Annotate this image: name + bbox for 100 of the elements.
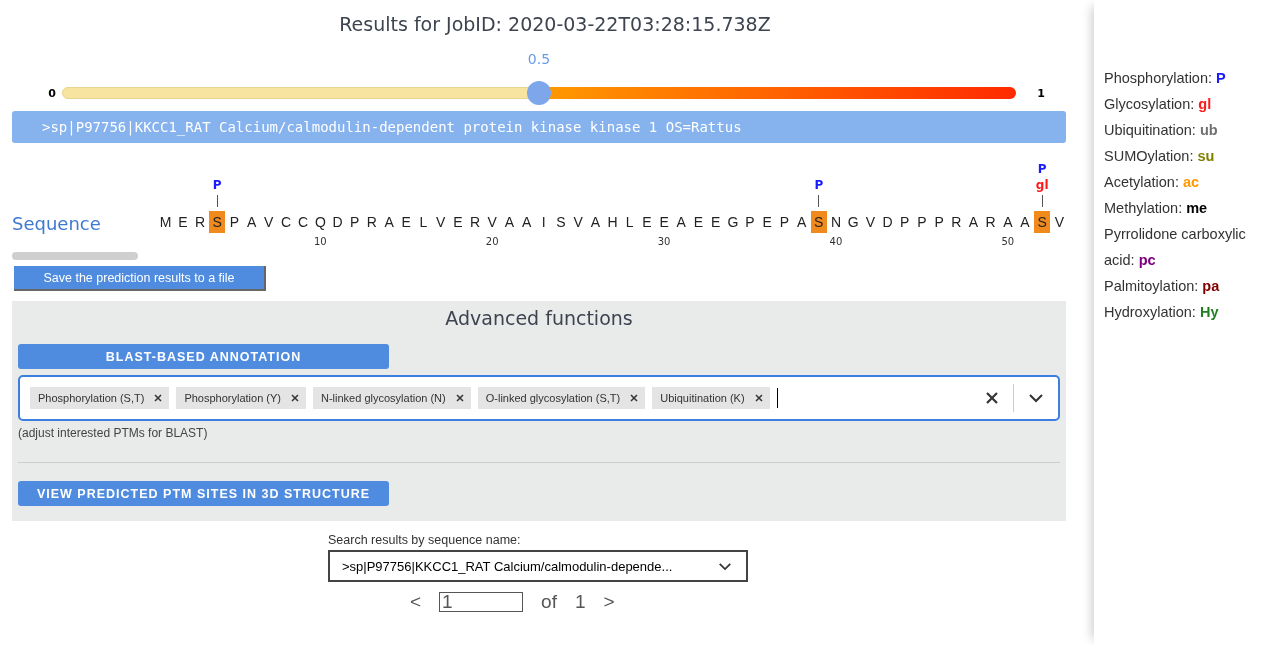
- residue: R: [950, 213, 963, 232]
- chevron-down-icon[interactable]: [1028, 393, 1044, 403]
- of-label: of: [541, 591, 557, 613]
- residue: M: [158, 213, 173, 232]
- previous-page-button[interactable]: <: [410, 591, 422, 613]
- site-tick: [818, 195, 820, 207]
- legend-item: Glycosylation: gl: [1104, 95, 1213, 114]
- ptm-mark: P: [212, 177, 222, 193]
- residue: A: [589, 213, 601, 232]
- remove-icon[interactable]: [454, 393, 465, 403]
- ptm-mark: P: [814, 177, 824, 193]
- residue: A: [383, 213, 395, 232]
- ptm-tag[interactable]: Phosphorylation (S,T): [30, 387, 170, 409]
- residue: P: [933, 213, 945, 232]
- legend-item: SUMOylation: su: [1104, 147, 1216, 166]
- residue: N: [829, 213, 843, 232]
- residue: S: [810, 211, 827, 233]
- residue: C: [279, 213, 293, 232]
- residue: V: [486, 213, 498, 232]
- residue: D: [881, 213, 894, 232]
- residue: E: [641, 213, 653, 232]
- ptm-multiselect[interactable]: Phosphorylation (S,T) Phosphorylation (Y) N-linked glycosylation (N) O-linked glycosylation (S,T) Ubiquitination (K): [18, 375, 1060, 421]
- text-cursor: [776, 388, 778, 408]
- ptm-mark: P: [1037, 161, 1047, 177]
- legend-item: Ubiquitination: ub: [1104, 121, 1219, 140]
- residue: R: [193, 213, 207, 232]
- residue: E: [761, 213, 773, 232]
- hint-text: (adjust interested PTMs for BLAST): [18, 426, 209, 440]
- residue: A: [1002, 213, 1014, 232]
- remove-icon[interactable]: [153, 393, 164, 403]
- residue: V: [864, 213, 876, 232]
- residue: L: [624, 213, 635, 232]
- residue: L: [418, 213, 429, 232]
- page-input[interactable]: 1: [439, 592, 524, 612]
- clear-icon[interactable]: [985, 391, 999, 405]
- legend-item: Pyrrolidone carboxylic acid: pc: [1104, 225, 1247, 270]
- residue: C: [297, 213, 310, 232]
- scrollbar-thumb[interactable]: [12, 252, 138, 260]
- legend-item: Methylation: me: [1104, 199, 1209, 218]
- search-label: Search results by sequence name:: [328, 533, 522, 547]
- residue: G: [846, 213, 860, 232]
- ptm-tag[interactable]: Phosphorylation (Y): [176, 387, 306, 409]
- residue: E: [710, 213, 722, 232]
- legend-item: Acetylation: ac: [1104, 173, 1201, 192]
- remove-icon[interactable]: [290, 393, 300, 403]
- residue: E: [658, 213, 670, 232]
- residue: P: [899, 213, 911, 232]
- residue: R: [468, 213, 482, 232]
- residue: V: [1053, 213, 1066, 232]
- residue: P: [778, 213, 791, 232]
- site-tick: [216, 195, 218, 207]
- remove-icon[interactable]: [753, 393, 764, 403]
- residue: S: [209, 211, 226, 233]
- residue: E: [177, 213, 189, 232]
- page-title: Results for JobID: 2020-03-22T03:28:15.738Z: [338, 13, 772, 37]
- ptm-tag[interactable]: O-linked glycosylation (S,T): [477, 387, 646, 409]
- position-label: 30: [657, 236, 671, 247]
- residue: P: [349, 213, 361, 232]
- residue: H: [606, 213, 619, 232]
- slider-max-label: 1: [1036, 86, 1046, 100]
- ptm-tag[interactable]: Ubiquitination (K): [652, 387, 770, 409]
- next-page-button[interactable]: >: [603, 591, 615, 613]
- slider-min-label: 0: [47, 86, 57, 100]
- residue: V: [435, 213, 447, 232]
- residue: P: [744, 213, 756, 232]
- residue: E: [692, 213, 705, 232]
- residue: I: [540, 213, 547, 232]
- residue: A: [795, 213, 808, 232]
- position-label: 10: [313, 236, 327, 247]
- residue: E: [400, 213, 412, 232]
- total-pages: 1: [574, 591, 586, 613]
- residue: E: [452, 213, 464, 232]
- residue: G: [726, 213, 740, 232]
- position-label: 20: [485, 236, 499, 247]
- residue: A: [1019, 213, 1031, 232]
- sequence-label: Sequence: [12, 213, 102, 234]
- position-label: 50: [1001, 236, 1015, 247]
- residue: P: [916, 213, 928, 232]
- site-tick: [1041, 195, 1043, 207]
- residue: S: [555, 213, 567, 232]
- residue: D: [331, 213, 344, 232]
- residue: A: [245, 213, 258, 232]
- residue: A: [967, 213, 980, 232]
- residue: S: [1034, 211, 1051, 233]
- residue: Q: [313, 213, 327, 232]
- sequence-header: >sp|P97756|KKCC1_RAT Calcium/calmodulin-dependent protein kinase kinase 1 OS=Rattus: [12, 111, 1066, 143]
- ptm-tag[interactable]: N-linked glycosylation (N): [313, 387, 471, 409]
- residue: V: [263, 213, 275, 232]
- threshold-slider[interactable]: [62, 81, 1016, 105]
- residue: R: [984, 213, 997, 232]
- slider-thumb[interactable]: [527, 81, 551, 105]
- residue: P: [228, 213, 241, 232]
- residue: A: [520, 213, 533, 232]
- sequence-select[interactable]: >sp|P97756|KKCC1_RAT Calcium/calmodulin-depende...: [328, 550, 748, 582]
- slider-value: 0.5: [527, 51, 551, 67]
- residue: R: [365, 213, 378, 232]
- residue: A: [503, 213, 516, 232]
- legend-item: Phosphorylation: P: [1104, 69, 1227, 88]
- remove-icon[interactable]: [629, 393, 640, 403]
- residue: A: [675, 213, 687, 232]
